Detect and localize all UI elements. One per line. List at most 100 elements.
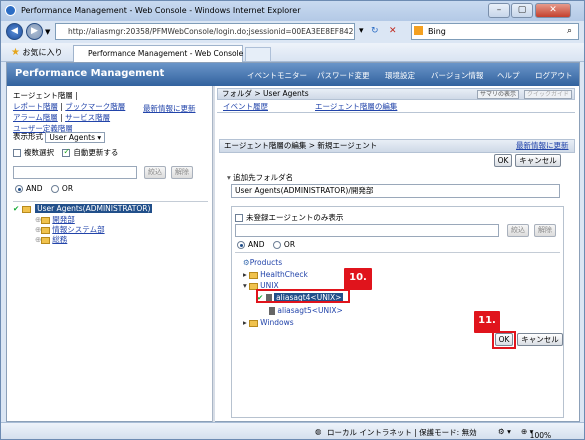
agent-node[interactable]: aliasagt5<UNIX>: [269, 306, 343, 315]
folder-icon: [41, 226, 51, 234]
target-folder-field: User Agents(ADMINISTRATOR)/開発部: [231, 184, 560, 198]
menu-settings[interactable]: 環境設定: [385, 70, 415, 81]
history-dropdown-icon[interactable]: ▼: [45, 28, 50, 36]
address-bar: ◀ ▶ ▼ http://aliasmgr:20358/PFMWebConsol…: [1, 21, 584, 43]
collapse-icon: ▾: [227, 173, 231, 182]
right-clear-button[interactable]: 解除: [534, 224, 556, 237]
menu-event-monitor[interactable]: イベントモニター: [247, 70, 307, 81]
forward-button[interactable]: ▶: [26, 23, 43, 40]
step-10-callout: 10.: [344, 268, 372, 290]
right-and-or-row: AND OR: [237, 240, 295, 249]
favorites-bar: ★ お気に入り Performance Management - Web Con…: [1, 43, 584, 62]
multi-select-checkbox[interactable]: [13, 149, 21, 157]
menu-version[interactable]: バージョン情報: [431, 70, 483, 81]
agent-hierarchy-label: エージェント階層: [13, 91, 73, 100]
display-format-select[interactable]: User Agents ▾: [45, 131, 106, 143]
right-or-radio[interactable]: [272, 241, 281, 249]
products-node[interactable]: ⚙Products: [243, 258, 282, 267]
left-filter-button[interactable]: 絞込: [144, 166, 166, 179]
expand-icon: ▸: [243, 270, 247, 279]
tree-root-label: User Agents(ADMINISTRATOR): [35, 204, 153, 213]
compat-dropdown-icon[interactable]: ▾: [359, 24, 364, 38]
search-icon[interactable]: ⌕: [567, 24, 572, 38]
refresh-icon[interactable]: ↻: [371, 24, 379, 38]
zone-status: ローカル イントラネット | 保護モード: 無効: [327, 428, 477, 437]
ok-button-bottom[interactable]: OK: [495, 333, 513, 346]
folder-icon: [41, 236, 51, 244]
url-field[interactable]: http://aliasmgr:20358/PFMWebConsole/logi…: [55, 23, 355, 40]
windows-node[interactable]: ▸ Windows: [243, 318, 294, 327]
tree-root[interactable]: ✔ User Agents(ADMINISTRATOR): [13, 204, 153, 213]
search-input[interactable]: Bing: [411, 23, 579, 40]
right-and-radio[interactable]: [237, 241, 245, 249]
option-row: 複数選択 自動更新する: [13, 147, 118, 158]
folder-icon: [249, 271, 259, 279]
left-refresh-link[interactable]: 最新情報に更新: [143, 103, 196, 114]
folder-icon: [41, 216, 51, 224]
collapse-icon: ▾: [243, 281, 247, 290]
healthcheck-node[interactable]: ▸ HealthCheck: [243, 270, 308, 279]
tree-item[interactable]: ⊕ 総務: [35, 234, 67, 245]
new-tab-button[interactable]: [245, 47, 271, 62]
edit-hierarchy-link[interactable]: エージェント階層の編集: [315, 101, 397, 112]
alarm-hierarchy-link[interactable]: アラーム階層: [13, 113, 58, 122]
minimize-button[interactable]: –: [488, 3, 510, 18]
products-icon: ⚙: [243, 258, 250, 267]
service-hierarchy-link[interactable]: サービス階層: [65, 113, 110, 122]
right-pane: フォルダ > User Agents サマリの表示 クイックガイド イベント履歴…: [217, 88, 579, 421]
left-divider: [13, 201, 208, 202]
right-filter-button[interactable]: 絞込: [507, 224, 529, 237]
maximize-button[interactable]: ▢: [511, 3, 533, 18]
unregistered-only-checkbox[interactable]: [235, 214, 243, 222]
hierarchy-links: エージェント階層 | レポート階層 | ブックマーク階層 アラーム階層 | サー…: [13, 91, 126, 133]
close-button[interactable]: ✕: [535, 3, 571, 18]
back-button[interactable]: ◀: [6, 23, 23, 40]
browser-tab[interactable]: Performance Management - Web Console: [73, 45, 243, 62]
step-10-highlight: [256, 289, 350, 303]
step-11-callout: 11.: [474, 311, 500, 333]
expand-icon: ▸: [243, 318, 247, 327]
left-and-radio[interactable]: [15, 185, 23, 193]
window-title: Performance Management - Web Console - W…: [21, 6, 301, 15]
display-format-label: 表示形式: [13, 132, 43, 141]
unregistered-row: 未登録エージェントのみ表示: [235, 212, 343, 223]
check-icon: ✔: [13, 204, 20, 213]
event-history-link[interactable]: イベント履歴: [223, 101, 268, 112]
left-and-or-row: AND OR: [15, 184, 73, 193]
right-refresh-link[interactable]: 最新情報に更新: [516, 140, 569, 151]
web-console: Performance Management イベントモニター パスワード変更 …: [6, 62, 580, 423]
app-header: Performance Management イベントモニター パスワード変更 …: [7, 63, 579, 86]
cancel-button-top[interactable]: キャンセル: [515, 154, 561, 167]
folder-icon: [21, 205, 31, 213]
menu-logout[interactable]: ログアウト: [535, 70, 573, 81]
right-filter-input[interactable]: [235, 224, 499, 237]
title-bar: Performance Management - Web Console - W…: [1, 1, 584, 21]
globe-icon: ◍: [315, 427, 322, 436]
menu-help[interactable]: ヘルプ: [497, 70, 520, 81]
summary-button[interactable]: サマリの表示: [477, 90, 520, 99]
menu-change-password[interactable]: パスワード変更: [317, 70, 370, 81]
protected-mode-icon[interactable]: ⚙ ▾: [498, 427, 511, 436]
add-folder-label: ▾ 追加先フォルダ名: [227, 173, 294, 182]
report-hierarchy-link[interactable]: レポート階層: [13, 102, 58, 111]
zoom-control[interactable]: ⊕ 100% ▾: [521, 427, 551, 440]
favorites-button[interactable]: ★ お気に入り: [11, 47, 63, 58]
browser-window: Performance Management - Web Console - W…: [0, 0, 585, 440]
bing-icon: [414, 26, 423, 35]
stop-icon[interactable]: ✕: [389, 24, 397, 38]
left-or-radio[interactable]: [50, 185, 59, 193]
quick-guide-button[interactable]: クイックガイド: [524, 90, 573, 99]
cancel-button-bottom[interactable]: キャンセル: [517, 333, 563, 346]
left-filter-input[interactable]: [13, 166, 137, 179]
left-clear-button[interactable]: 解除: [171, 166, 193, 179]
auto-update-checkbox[interactable]: [62, 147, 71, 157]
folder-breadcrumb: フォルダ > User Agents: [217, 88, 575, 100]
status-bar: ◍ ローカル イントラネット | 保護モード: 無効 ⚙ ▾ ⊕ 100% ▾: [1, 422, 584, 440]
panel-divider: [235, 252, 560, 253]
ok-button-top[interactable]: OK: [494, 154, 512, 167]
pane-splitter[interactable]: [212, 86, 215, 423]
star-icon: ★: [11, 47, 20, 58]
ie-logo-icon: [5, 5, 16, 16]
display-format-row: 表示形式 User Agents ▾: [13, 131, 106, 143]
bookmark-hierarchy-link[interactable]: ブックマーク階層: [65, 102, 125, 111]
